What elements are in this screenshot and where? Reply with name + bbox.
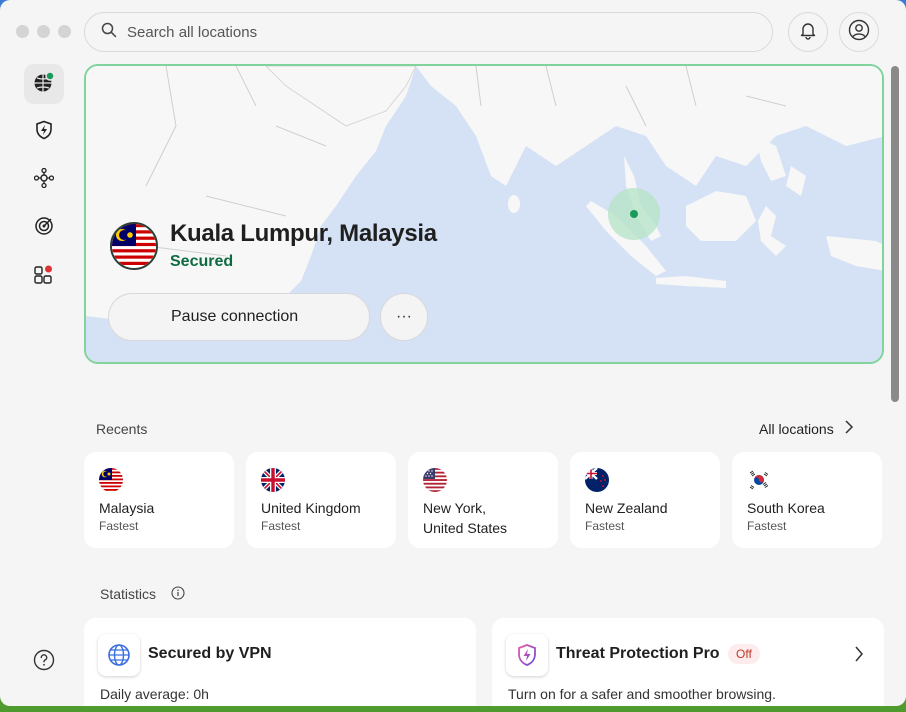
nz-flag-icon: [585, 468, 609, 492]
question-icon: [33, 649, 55, 676]
uk-flag-icon: [261, 468, 285, 492]
sidebar-item-apps[interactable]: [24, 256, 64, 296]
recents-heading: Recents: [96, 421, 148, 437]
sidebar-item-meshnet[interactable]: [24, 160, 64, 200]
sidebar-item-threat-protection[interactable]: [24, 112, 64, 152]
more-options-button[interactable]: ···: [380, 293, 428, 341]
search-icon: [101, 22, 117, 43]
us-flag-icon: [423, 468, 447, 492]
status-badge-off: Off: [728, 644, 760, 664]
pause-connection-button[interactable]: Pause connection: [108, 293, 370, 341]
app-window: Kuala Lumpur, Malaysia Secured Pause con…: [0, 0, 906, 706]
recent-location-sub: Fastest: [585, 519, 625, 533]
shield-bolt-stat-icon: [506, 634, 548, 676]
target-icon: [34, 216, 54, 241]
recent-location-name: United Kingdom: [261, 500, 361, 516]
sidebar-item-dark-web-monitor[interactable]: [24, 208, 64, 248]
scrollbar-thumb[interactable]: [891, 66, 899, 402]
all-locations-label: All locations: [759, 420, 834, 437]
recent-location-name: New Zealand: [585, 500, 668, 516]
connection-card: Kuala Lumpur, Malaysia Secured Pause con…: [84, 64, 884, 364]
close-window-button[interactable]: [16, 25, 29, 38]
globe-stat-icon: [98, 634, 140, 676]
threat-protection-description: Turn on for a safer and smoother browsin…: [508, 686, 776, 702]
recent-location-card[interactable]: New Zealand Fastest: [570, 452, 720, 548]
search-bar[interactable]: [84, 12, 773, 52]
recent-location-card[interactable]: United Kingdom Fastest: [246, 452, 396, 548]
zoom-window-button[interactable]: [58, 25, 71, 38]
secured-by-vpn-title: Secured by VPN: [148, 645, 272, 662]
all-locations-link[interactable]: All locations: [759, 420, 854, 437]
recent-location-card[interactable]: New York, United States: [408, 452, 558, 548]
daily-average-text: Daily average: 0h: [100, 686, 209, 702]
korea-flag-icon: [747, 468, 771, 492]
sidebar-item-vpn[interactable]: [24, 64, 64, 104]
statistics-heading: Statistics: [100, 586, 157, 602]
info-icon[interactable]: [171, 586, 185, 605]
recent-location-name: Malaysia: [99, 500, 155, 516]
threat-protection-card[interactable]: Threat Protection Pro Off Turn on for a …: [492, 618, 884, 706]
user-icon: [848, 19, 870, 46]
account-button[interactable]: [839, 12, 879, 52]
chevron-right-icon: [844, 420, 854, 437]
secured-by-vpn-card[interactable]: Secured by VPN Daily average: 0h: [84, 618, 476, 706]
apps-grid-icon: [33, 263, 55, 290]
recent-location-sub: Fastest: [99, 519, 139, 533]
meshnet-icon: [33, 167, 55, 193]
recent-location-card[interactable]: South Korea Fastest: [732, 452, 882, 548]
malaysia-flag-icon: [99, 468, 123, 492]
recent-location-name: South Korea: [747, 500, 825, 516]
recent-location-name: New York, United States: [423, 500, 508, 536]
connected-location-title: Kuala Lumpur, Malaysia: [170, 220, 437, 247]
shield-bolt-icon: [34, 120, 54, 145]
recent-location-card[interactable]: Malaysia Fastest: [84, 452, 234, 548]
notifications-button[interactable]: [788, 12, 828, 52]
threat-protection-title: Threat Protection Pro: [556, 645, 720, 662]
globe-icon: [33, 70, 55, 98]
chevron-right-icon: [854, 646, 864, 667]
malaysia-flag-icon: [110, 222, 158, 270]
connection-status: Secured: [170, 253, 234, 270]
search-input[interactable]: [127, 23, 772, 41]
help-button[interactable]: [32, 649, 56, 676]
recent-location-sub: Fastest: [261, 519, 301, 533]
window-controls: [16, 25, 71, 38]
recent-location-sub: Fastest: [747, 519, 787, 533]
bell-icon: [798, 20, 818, 45]
minimize-window-button[interactable]: [37, 25, 50, 38]
ellipsis-icon: ···: [396, 308, 412, 325]
